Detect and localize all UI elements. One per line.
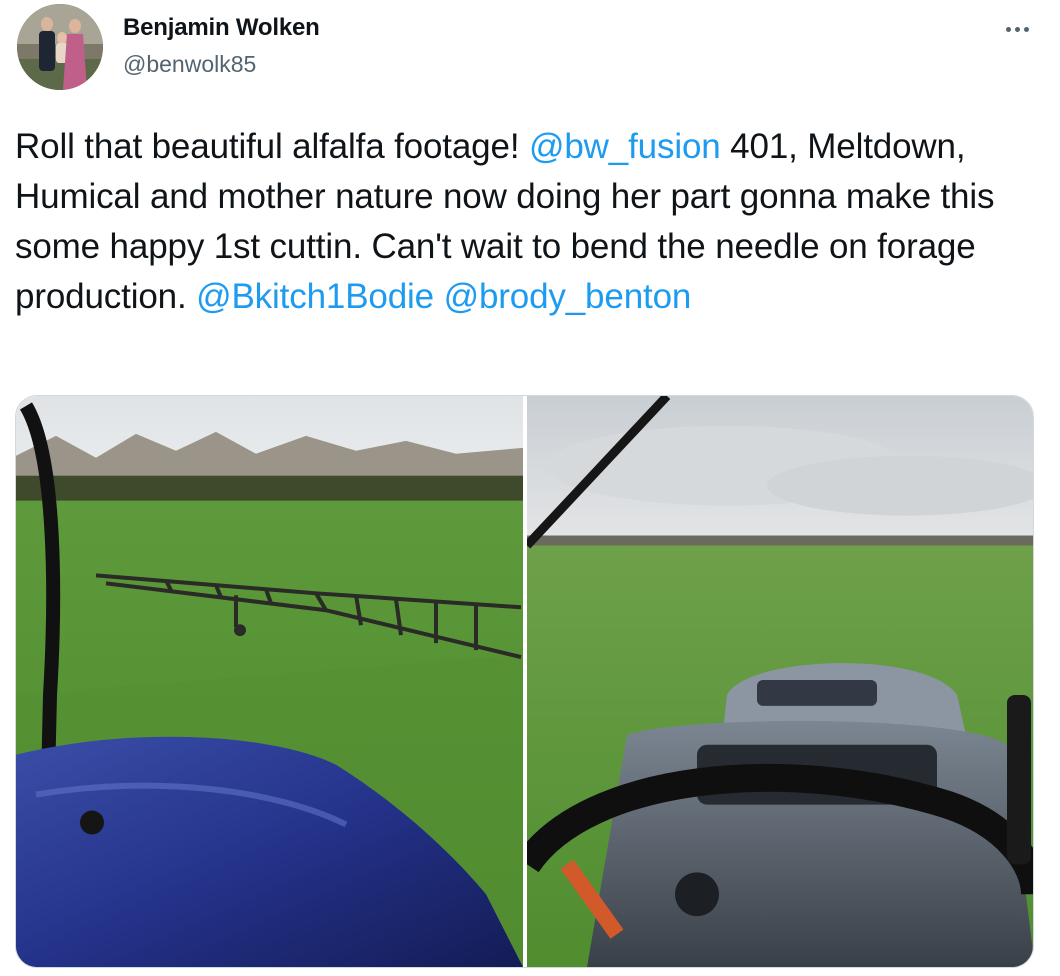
media-grid [15,395,1034,968]
author-handle[interactable]: @benwolk85 [123,51,256,78]
tweet-text-segment [434,277,444,316]
more-dot [1023,26,1029,32]
mention-link[interactable]: @bw_fusion [529,127,721,166]
photo-alfalfa-field-sprayer-boom[interactable] [16,396,523,967]
mention-link[interactable]: @Bkitch1Bodie [196,277,434,316]
avatar[interactable] [17,4,103,90]
photo-alfalfa-field-tractor-cab[interactable] [527,396,1033,967]
more-dot [1014,26,1020,32]
more-options-button[interactable] [996,14,1038,44]
tweet-text: Roll that beautiful alfalfa footage! @bw… [15,122,1045,322]
mention-link[interactable]: @brody_benton [444,277,692,316]
author-display-name[interactable]: Benjamin Wolken [123,14,320,42]
tweet-card: Benjamin Wolken @benwolk85 Roll that bea… [0,0,1060,976]
tweet-text-segment: Roll that beautiful alfalfa footage! [15,127,529,166]
more-horizontal-icon [1005,26,1011,32]
